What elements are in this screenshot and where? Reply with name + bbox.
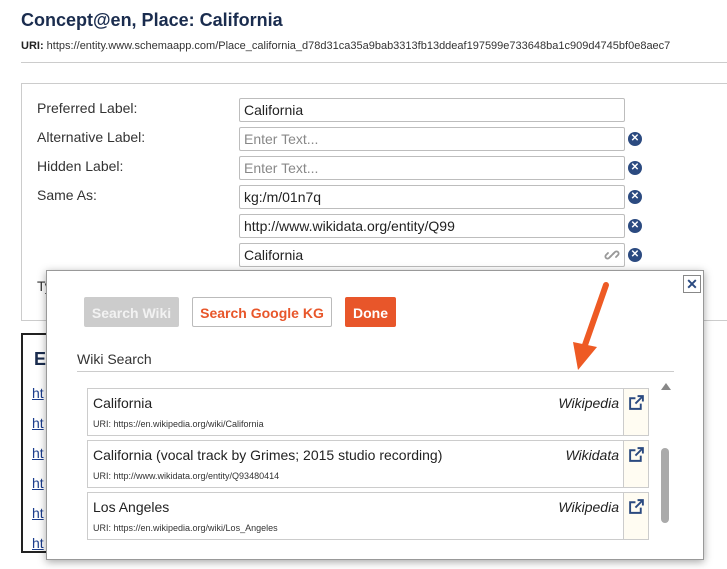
entity-link[interactable]: ht bbox=[32, 505, 44, 521]
result-source: Wikidata bbox=[565, 447, 619, 463]
entity-link[interactable]: ht bbox=[32, 415, 44, 431]
page-title: Concept@en, Place: California bbox=[21, 10, 283, 30]
same-as-input[interactable] bbox=[239, 243, 625, 267]
results-scrollbar[interactable] bbox=[659, 383, 673, 561]
entity-link[interactable]: ht bbox=[32, 535, 44, 551]
search-result[interactable]: Los Angeles Wikipedia URI: https://en.wi… bbox=[87, 492, 649, 540]
alternative-label-input[interactable] bbox=[239, 127, 625, 151]
preferred-label-input[interactable] bbox=[239, 98, 625, 122]
result-uri: URI: https://en.wikipedia.org/wiki/Los_A… bbox=[93, 523, 278, 533]
divider bbox=[21, 62, 727, 63]
remove-hidden-label-icon[interactable]: ✕ bbox=[628, 161, 642, 175]
uri-value: https://entity.www.schemaapp.com/Place_c… bbox=[46, 40, 671, 52]
uri-label: URI: bbox=[21, 40, 44, 52]
result-source: Wikipedia bbox=[558, 499, 619, 515]
search-result[interactable]: California Wikipedia URI: https://en.wik… bbox=[87, 388, 649, 436]
external-link-icon[interactable] bbox=[623, 441, 648, 487]
result-name: California (vocal track by Grimes; 2015 … bbox=[93, 447, 443, 463]
hidden-label-input[interactable] bbox=[239, 156, 625, 180]
result-name: California bbox=[93, 395, 153, 411]
result-source: Wikipedia bbox=[558, 395, 619, 411]
close-icon[interactable]: ✕ bbox=[683, 275, 701, 293]
search-results-list: California Wikipedia URI: https://en.wik… bbox=[87, 379, 649, 569]
panel-heading: E bbox=[34, 349, 47, 369]
entity-link[interactable]: ht bbox=[32, 475, 44, 491]
same-as-input[interactable] bbox=[239, 185, 625, 209]
same-as-label: Same As: bbox=[37, 187, 97, 203]
divider bbox=[77, 371, 674, 372]
entity-link[interactable]: ht bbox=[32, 445, 44, 461]
entity-link[interactable]: ht bbox=[32, 385, 44, 401]
done-button[interactable]: Done bbox=[345, 297, 396, 327]
preferred-label-label: Preferred Label: bbox=[37, 100, 138, 116]
search-google-kg-button[interactable]: Search Google KG bbox=[192, 297, 332, 327]
hidden-label-label: Hidden Label: bbox=[37, 158, 124, 174]
result-uri: URI: https://en.wikipedia.org/wiki/Calif… bbox=[93, 419, 264, 429]
search-result[interactable]: California (vocal track by Grimes; 2015 … bbox=[87, 440, 649, 488]
remove-alternative-label-icon[interactable]: ✕ bbox=[628, 132, 642, 146]
entity-uri: URI: https://entity.www.schemaapp.com/Pl… bbox=[21, 40, 727, 52]
same-as-input[interactable] bbox=[239, 214, 625, 238]
alternative-label-label: Alternative Label: bbox=[37, 129, 146, 145]
external-link-icon[interactable] bbox=[623, 493, 648, 539]
remove-same-as-icon[interactable]: ✕ bbox=[628, 190, 642, 204]
section-title: Wiki Search bbox=[77, 351, 152, 367]
remove-same-as-icon[interactable]: ✕ bbox=[628, 219, 642, 233]
remove-same-as-icon[interactable]: ✕ bbox=[628, 248, 642, 262]
wiki-search-popup: ✕ Search Wiki Search Google KG Done Wiki… bbox=[46, 270, 704, 560]
link-icon[interactable] bbox=[604, 247, 620, 263]
result-name: Los Angeles bbox=[93, 499, 170, 515]
result-uri: URI: http://www.wikidata.org/entity/Q934… bbox=[93, 471, 280, 481]
search-wiki-button[interactable]: Search Wiki bbox=[84, 297, 179, 327]
external-link-icon[interactable] bbox=[623, 389, 648, 435]
scroll-up-arrow-icon[interactable] bbox=[661, 383, 671, 390]
scrollbar-thumb[interactable] bbox=[661, 448, 669, 523]
